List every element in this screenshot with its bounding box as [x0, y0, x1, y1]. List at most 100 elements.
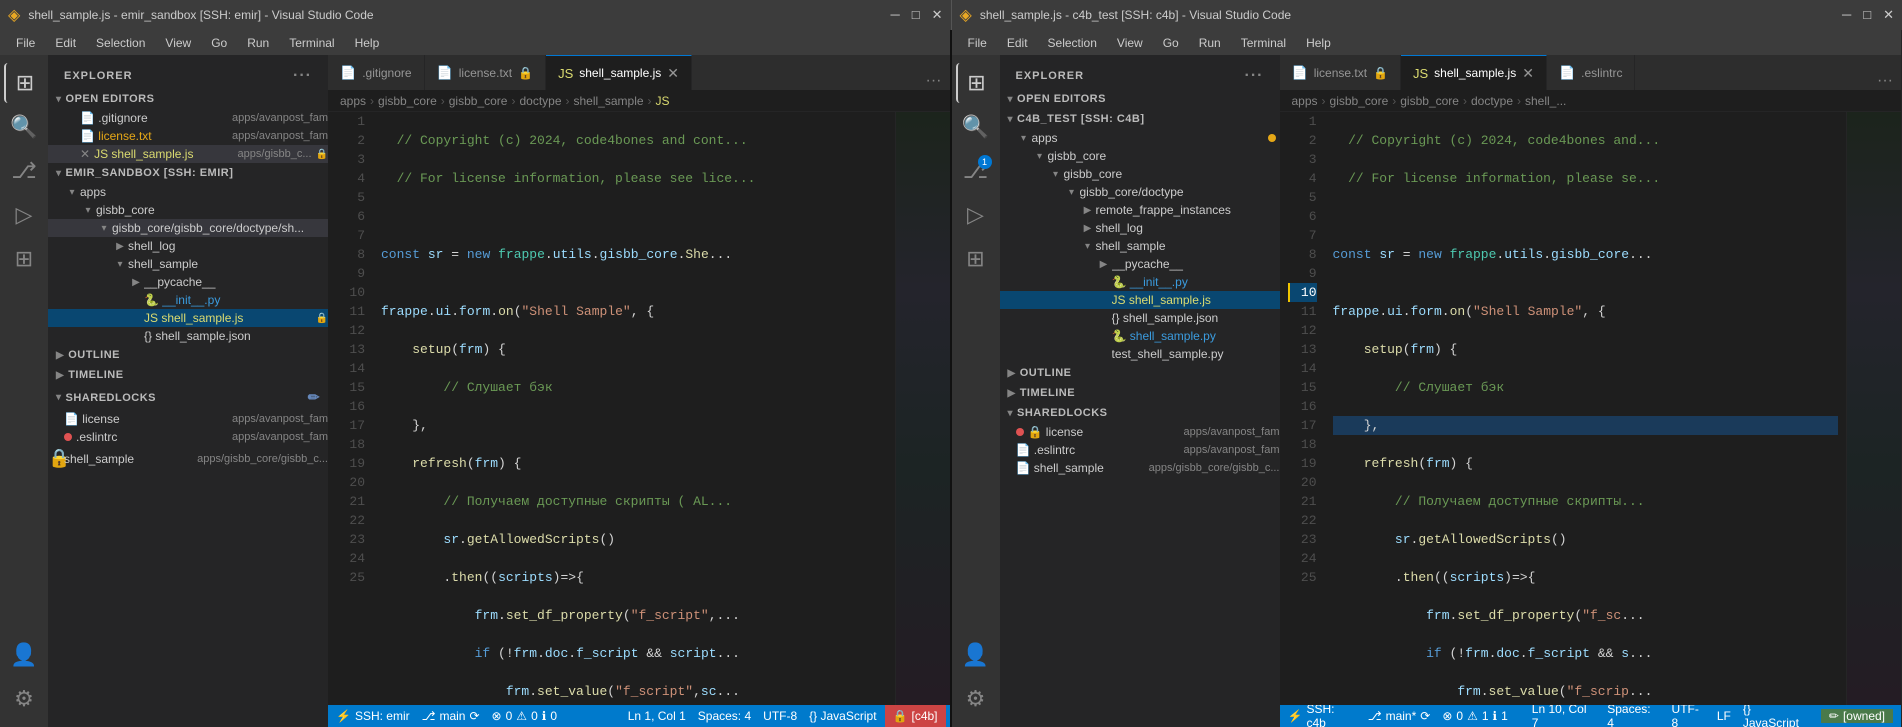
tree-shell-sample-js-right[interactable]: JS shell_sample.js [1000, 291, 1280, 309]
sharedlock-eslintrc-right[interactable]: 📄 .eslintrc apps/avanpost_fam [1000, 441, 1280, 459]
tree-shell-sample-json[interactable]: {} shell_sample.json [48, 327, 328, 345]
outline-section-left[interactable]: ▶ OUTLINE [48, 345, 328, 365]
tree-shell-sample[interactable]: ▾ shell_sample [48, 255, 328, 273]
tree-shell-sample-right[interactable]: ▾ shell_sample [1000, 237, 1280, 255]
status-branch-left[interactable]: ⎇main ⟳ [422, 709, 480, 723]
explorer-icon-right[interactable]: ⊞ [956, 63, 996, 103]
status-spaces-left[interactable]: Spaces: 4 [698, 709, 751, 723]
status-branch-right[interactable]: ⎇main* ⟳ [1368, 709, 1431, 723]
tab-more-left[interactable]: ··· [918, 72, 950, 90]
settings-icon-right[interactable]: ⚙ [956, 679, 996, 719]
open-editor-gitignore[interactable]: 📄 .gitignore apps/avanpost_fam [48, 109, 328, 127]
code-content-left[interactable]: // Copyright (c) 2024, code4bones and co… [373, 112, 895, 705]
scm-icon-left[interactable]: ⎇ [4, 151, 44, 191]
tab-close-shellsample-left[interactable]: ✕ [667, 65, 679, 82]
menu-selection-right[interactable]: Selection [1040, 34, 1105, 52]
tree-gisbb-core[interactable]: ▾ gisbb_core [48, 201, 328, 219]
extensions-icon-left[interactable]: ⊞ [4, 239, 44, 279]
extensions-icon-right[interactable]: ⊞ [956, 239, 996, 279]
sharedlock-eslintrc[interactable]: .eslintrc apps/avanpost_fam [48, 428, 328, 446]
tab-license-left[interactable]: 📄 license.txt 🔒 [425, 55, 547, 90]
status-position-right[interactable]: Ln 10, Col 7 [1532, 702, 1595, 727]
sidebar-dots-left[interactable]: ··· [293, 67, 312, 85]
close-right[interactable]: ✕ [1883, 7, 1894, 23]
status-owned-right[interactable]: ✏[owned] [1821, 709, 1893, 723]
tree-apps[interactable]: ▾ apps [48, 183, 328, 201]
tree-pycache[interactable]: ▶ __pycache__ [48, 273, 328, 291]
sharedlock-license-right[interactable]: 🔒 license apps/avanpost_fam [1000, 423, 1280, 441]
menu-go-left[interactable]: Go [203, 34, 235, 52]
status-eol-left[interactable]: {} JavaScript [809, 709, 876, 723]
account-icon-right[interactable]: 👤 [956, 635, 996, 675]
close-left[interactable]: ✕ [932, 7, 943, 23]
tab-shellsample-left[interactable]: JS shell_sample.js ✕ [546, 55, 692, 90]
menu-terminal-left[interactable]: Terminal [281, 34, 342, 52]
scm-icon-right[interactable]: ⎇ [956, 151, 996, 191]
tree-apps-right[interactable]: ▾ apps [1000, 129, 1280, 147]
status-encoding-left[interactable]: UTF-8 [763, 709, 797, 723]
tree-init-py[interactable]: 🐍 __init__.py [48, 291, 328, 309]
tree-gisbb-core-right2[interactable]: ▾ gisbb_core [1000, 165, 1280, 183]
tab-shellsample-right[interactable]: JS shell_sample.js ✕ [1401, 55, 1547, 90]
search-icon-right[interactable]: 🔍 [956, 107, 996, 147]
tree-shell-sample-py-right[interactable]: 🐍 shell_sample.py [1000, 327, 1280, 345]
menu-run-left[interactable]: Run [239, 34, 277, 52]
tree-test-shell-sample[interactable]: test_shell_sample.py [1000, 345, 1280, 363]
tab-eslintrc-right[interactable]: 📄 .eslintrc [1547, 55, 1636, 90]
outline-section-right[interactable]: ▶ OUTLINE [1000, 363, 1280, 383]
tree-pycache-right[interactable]: ▶ __pycache__ [1000, 255, 1280, 273]
tree-shell-sample-json-right[interactable]: {} shell_sample.json [1000, 309, 1280, 327]
menu-edit-left[interactable]: Edit [47, 34, 84, 52]
code-content-right[interactable]: // Copyright (c) 2024, code4bones and...… [1325, 112, 1847, 705]
tab-gitignore-left[interactable]: 📄 .gitignore [328, 55, 425, 90]
timeline-section-left[interactable]: ▶ TIMELINE [48, 365, 328, 385]
tree-doctype-right[interactable]: ▾ gisbb_core/doctype [1000, 183, 1280, 201]
menu-file-left[interactable]: File [8, 34, 43, 52]
tree-shell-sample-js[interactable]: JS shell_sample.js 🔒 [48, 309, 328, 327]
maximize-left[interactable]: □ [912, 7, 920, 23]
menu-run-right[interactable]: Run [1191, 34, 1229, 52]
status-position-left[interactable]: Ln 1, Col 1 [628, 709, 686, 723]
status-errors-left[interactable]: ⊗0 ⚠0 ℹ0 [492, 709, 557, 723]
menu-terminal-right[interactable]: Terminal [1233, 34, 1294, 52]
menu-selection-left[interactable]: Selection [88, 34, 153, 52]
status-error-badge-left[interactable]: 🔒[c4b] [885, 705, 946, 727]
minimize-right[interactable]: ─ [1842, 7, 1851, 23]
explorer-icon-left[interactable]: ⊞ [4, 63, 44, 103]
tree-shell-log[interactable]: ▶ shell_log [48, 237, 328, 255]
status-ssh-left[interactable]: ⚡SSH: emir [336, 709, 410, 723]
status-ssh-right[interactable]: ⚡SSH: c4b [1288, 702, 1356, 727]
sharedlock-shellsample-right[interactable]: 📄 shell_sample apps/gisbb_core/gisbb_c..… [1000, 459, 1280, 477]
emir-sandbox-section[interactable]: ▾ EMIR_SANDBOX [SSH: EMIR] [48, 163, 328, 183]
tab-close-shellsample-right[interactable]: ✕ [1522, 65, 1534, 82]
menu-edit-right[interactable]: Edit [999, 34, 1036, 52]
open-editors-section-right[interactable]: ▾ OPEN EDITORS [1000, 89, 1280, 109]
tree-doctype-path[interactable]: ▾ gisbb_core/gisbb_core/doctype/sh... [48, 219, 328, 237]
tree-gisbb-core-right1[interactable]: ▾ gisbb_core [1000, 147, 1280, 165]
open-editor-shellsample[interactable]: ✕ JS shell_sample.js apps/gisbb_c... 🔒 [48, 145, 328, 163]
menu-view-right[interactable]: View [1109, 34, 1151, 52]
sharedlocks-section-left[interactable]: ▾ SHAREDLOCKS ✏ [48, 385, 328, 410]
menu-go-right[interactable]: Go [1155, 34, 1187, 52]
open-editor-license[interactable]: 📄 license.txt apps/avanpost_fam [48, 127, 328, 145]
open-editors-section-left[interactable]: ▾ OPEN EDITORS [48, 89, 328, 109]
debug-icon-left[interactable]: ▷ [4, 195, 44, 235]
status-encoding-right[interactable]: UTF-8 [1672, 702, 1705, 727]
tab-more-right[interactable]: ··· [1869, 72, 1901, 90]
debug-icon-right[interactable]: ▷ [956, 195, 996, 235]
sharedlock-license[interactable]: 📄 license apps/avanpost_fam [48, 410, 328, 428]
tree-remote-frappe[interactable]: ▶ remote_frappe_instances [1000, 201, 1280, 219]
tab-license-right[interactable]: 📄 license.txt 🔒 [1280, 55, 1402, 90]
settings-icon-left[interactable]: ⚙ [4, 679, 44, 719]
maximize-right[interactable]: □ [1863, 7, 1871, 23]
status-eol-right[interactable]: LF [1717, 709, 1731, 723]
menu-file-right[interactable]: File [960, 34, 995, 52]
account-icon-left[interactable]: 👤 [4, 635, 44, 675]
search-icon-left[interactable]: 🔍 [4, 107, 44, 147]
status-language-right[interactable]: {} JavaScript [1743, 702, 1809, 727]
tree-init-py-right[interactable]: 🐍 __init__.py [1000, 273, 1280, 291]
tree-shell-log-right[interactable]: ▶ shell_log [1000, 219, 1280, 237]
minimize-left[interactable]: ─ [891, 7, 900, 23]
timeline-section-right[interactable]: ▶ TIMELINE [1000, 383, 1280, 403]
sidebar-dots-right[interactable]: ··· [1245, 67, 1264, 85]
